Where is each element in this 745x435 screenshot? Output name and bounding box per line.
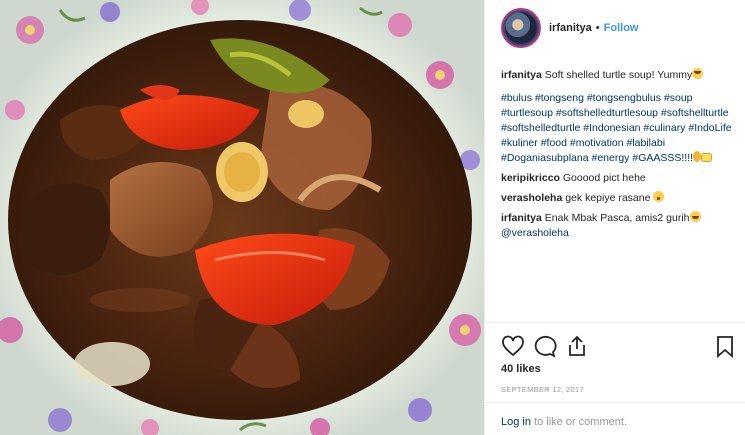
egg-emoji-icon: [693, 151, 702, 162]
comment-text: Gooood pict hehe: [562, 172, 646, 184]
comment-icon[interactable]: [533, 334, 557, 358]
divider: [485, 322, 745, 323]
comment-mention[interactable]: @verasholeha: [501, 227, 569, 239]
caption-text: Soft shelled turtle soup! Yummy: [544, 69, 693, 81]
turtle-soup-image: [0, 0, 484, 435]
comments-section: irfanitya Soft shelled turtle soup! Yumm…: [501, 68, 737, 246]
login-prompt-text: to like or comment.: [534, 416, 627, 428]
caption: irfanitya Soft shelled turtle soup! Yumm…: [501, 68, 737, 166]
comment-item: keripikricco Gooood pict hehe: [501, 171, 737, 186]
avatar[interactable]: [501, 8, 541, 48]
caption-hashtags[interactable]: #bulus #tongseng #tongsengbulus #soup #t…: [501, 91, 737, 166]
divider: [485, 402, 745, 403]
laughing-emoji-icon: [689, 211, 701, 222]
login-prompt: Log in to like or comment.: [501, 416, 627, 428]
star-eyes-emoji-icon: [692, 68, 704, 79]
comment-username[interactable]: keripikricco: [501, 172, 560, 184]
post-username[interactable]: irfanitya: [549, 22, 592, 34]
comment-text: Enak Mbak Pasca, amis2 gurih: [544, 212, 690, 224]
bookmark-icon[interactable]: [713, 334, 737, 358]
point-hand-emoji-icon: [701, 153, 713, 162]
comment-username[interactable]: irfanitya: [501, 212, 542, 224]
comment-username[interactable]: verasholeha: [501, 192, 562, 204]
post-sidebar: irfanitya • Follow irfanitya Soft shelle…: [484, 0, 745, 435]
likes-count[interactable]: 40 likes: [501, 363, 541, 375]
heart-icon[interactable]: [501, 334, 525, 358]
header-separator: •: [595, 22, 600, 34]
caption-username[interactable]: irfanitya: [501, 69, 542, 81]
comment-item: irfanitya Enak Mbak Pasca, amis2 gurih @…: [501, 211, 737, 241]
post-date: SEPTEMBER 12, 2017: [501, 385, 584, 394]
share-icon[interactable]: [565, 334, 589, 358]
post-header: irfanitya • Follow: [485, 0, 745, 56]
fearful-emoji-icon: [653, 191, 665, 202]
login-link[interactable]: Log in: [501, 416, 531, 428]
comment-item: verasholeha gek kepiye rasane: [501, 191, 737, 206]
action-bar: [501, 334, 737, 358]
instagram-post: irfanitya • Follow irfanitya Soft shelle…: [0, 0, 745, 435]
comment-text: gek kepiye rasane: [565, 192, 651, 204]
follow-button[interactable]: Follow: [604, 22, 639, 34]
post-photo[interactable]: [0, 0, 484, 435]
